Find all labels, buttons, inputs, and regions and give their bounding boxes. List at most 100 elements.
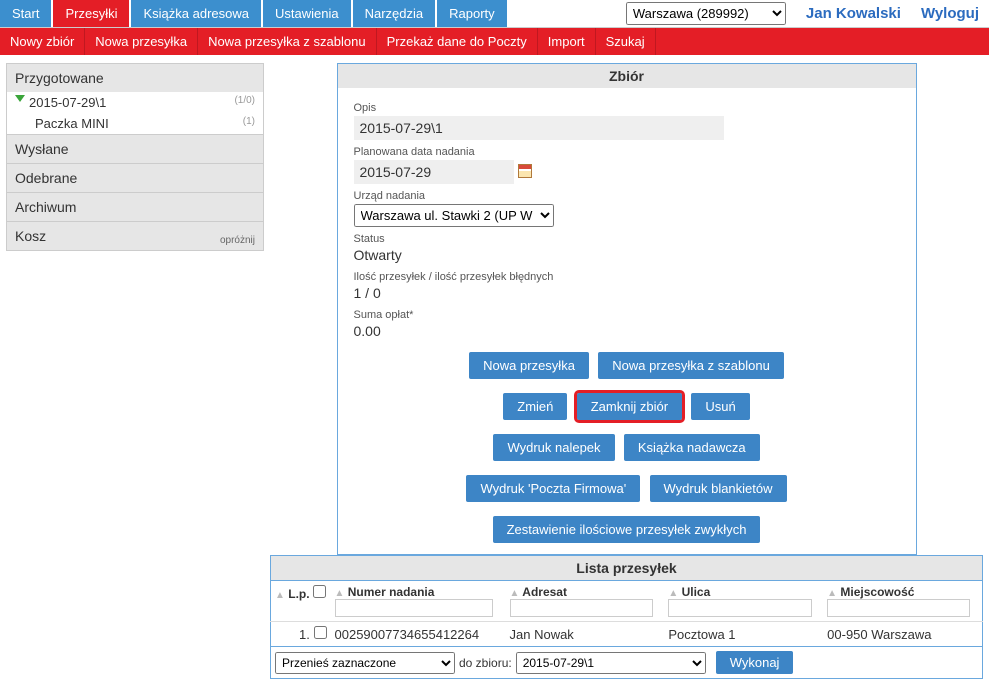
opis-label: Opis [354,102,900,114]
subbar: Nowy zbiór Nowa przesyłka Nowa przesyłka… [0,28,989,55]
select-all-checkbox[interactable] [313,585,326,598]
table-row[interactable]: 1. 00259007734655412264 Jan Nowak Poczto… [271,622,983,647]
sort-icon[interactable]: ▲ [827,588,837,599]
sub-nowy-zbior[interactable]: Nowy zbiór [0,28,85,55]
sidebar-item-label: Paczka MINI [35,116,109,131]
button-row-3: Wydruk nalepek Książka nadawcza [354,431,900,464]
filter-ulica[interactable] [668,599,811,617]
lista-table: ▲ L.p. ▲ Numer nadania ▲ Adresat [270,580,983,647]
ilosc-label: Ilość przesyłek / ilość przesyłek błędny… [354,271,900,283]
wydruk-nalepek-button[interactable]: Wydruk nalepek [493,434,614,461]
sort-icon[interactable]: ▲ [510,588,520,599]
nowa-przesylka-button[interactable]: Nowa przesyłka [469,352,589,379]
do-zbioru-select[interactable]: 2015-07-29\1 [516,652,706,674]
do-zbioru-label: do zbioru: [459,656,512,670]
sidebar-item-paczka[interactable]: Paczka MINI (1) [7,113,263,134]
filter-miejscowosc[interactable] [827,599,970,617]
cell-ulica: Pocztowa 1 [664,622,823,647]
wykonaj-button[interactable]: Wykonaj [716,651,794,674]
col-lp[interactable]: ▲ L.p. [271,581,331,622]
col-adresat[interactable]: ▲ Adresat [506,581,665,622]
przenies-select[interactable]: Przenieś zaznaczone [275,652,455,674]
tab-start[interactable]: Start [0,0,51,27]
row-checkbox[interactable] [314,626,327,639]
location-select[interactable]: Warszawa (289992) [626,2,786,25]
sidebar-header-wyslane[interactable]: Wysłane [7,134,263,163]
urzad-label: Urząd nadania [354,190,900,202]
usun-button[interactable]: Usuń [691,393,749,420]
sidebar-item-count: (1/0) [234,95,255,110]
filter-adresat[interactable] [510,599,653,617]
button-row-1: Nowa przesyłka Nowa przesyłka z szablonu [354,349,900,382]
sidebar-item-label: 2015-07-29\1 [29,95,106,110]
data-label: Planowana data nadania [354,146,900,158]
button-row-2: Zmień Zamknij zbiór Usuń [354,390,900,423]
sidebar-header-kosz[interactable]: Kosz opróżnij [7,221,263,250]
sub-przekaz-dane[interactable]: Przekaż dane do Poczty [377,28,538,55]
main-tabs: Start Przesyłki Książka adresowa Ustawie… [0,0,509,27]
suma-value: 0.00 [354,321,900,341]
filter-numer[interactable] [335,599,494,617]
zmien-button[interactable]: Zmień [503,393,567,420]
sort-icon[interactable]: ▲ [335,588,345,599]
col-numer[interactable]: ▲ Numer nadania [331,581,506,622]
sidebar-header-archiwum[interactable]: Archiwum [7,192,263,221]
sidebar-item-zbior[interactable]: 2015-07-29\1 (1/0) [7,92,263,113]
col-miejscowosc-label: Miejscowość [840,585,914,599]
sort-icon[interactable]: ▲ [275,590,285,601]
cell-miejscowosc: 00-950 Warszawa [823,622,982,647]
col-numer-label: Numer nadania [348,585,435,599]
cell-numer: 00259007734655412264 [331,622,506,647]
nowa-przesylka-szablon-button[interactable]: Nowa przesyłka z szablonu [598,352,784,379]
empty-trash-link[interactable]: opróżnij [220,235,255,246]
logout-link[interactable]: Wyloguj [921,5,979,22]
content: Przygotowane 2015-07-29\1 (1/0) Paczka M… [0,63,989,679]
ilosc-value: 1 / 0 [354,283,900,303]
sub-nowa-przesylka-szablon[interactable]: Nowa przesyłka z szablonu [198,28,377,55]
col-miejscowosc[interactable]: ▲ Miejscowość [823,581,982,622]
tab-raporty[interactable]: Raporty [437,0,507,27]
opis-value: 2015-07-29\1 [354,116,724,140]
lista-header: Lista przesyłek [270,555,983,580]
topbar-right: Warszawa (289992) Jan Kowalski Wyloguj [626,2,989,25]
lista-footer: Przenieś zaznaczone do zbioru: 2015-07-2… [270,647,983,679]
tab-narzedzia[interactable]: Narzędzia [353,0,436,27]
button-row-5: Zestawienie ilościowe przesyłek zwykłych [354,513,900,546]
expand-icon[interactable] [15,95,25,102]
sub-import[interactable]: Import [538,28,596,55]
tab-ksiazka-adresowa[interactable]: Książka adresowa [131,0,261,27]
col-ulica-label: Ulica [682,585,711,599]
wydruk-blankietow-button[interactable]: Wydruk blankietów [650,475,787,502]
cell-adresat: Jan Nowak [506,622,665,647]
button-row-4: Wydruk 'Poczta Firmowa' Wydruk blankietó… [354,472,900,505]
ksiazka-nadawcza-button[interactable]: Książka nadawcza [624,434,760,461]
status-label: Status [354,233,900,245]
sub-szukaj[interactable]: Szukaj [596,28,656,55]
user-name: Jan Kowalski [806,5,901,22]
col-lp-label: L.p. [288,587,309,601]
tab-przesylki[interactable]: Przesyłki [53,0,129,27]
urzad-select[interactable]: Warszawa ul. Stawki 2 (UP W [354,204,554,227]
sort-icon[interactable]: ▲ [668,588,678,599]
sidebar-header-odebrane[interactable]: Odebrane [7,163,263,192]
wydruk-poczta-firmowa-button[interactable]: Wydruk 'Poczta Firmowa' [466,475,640,502]
zamknij-zbior-button[interactable]: Zamknij zbiór [577,393,682,420]
sidebar-section: Przygotowane 2015-07-29\1 (1/0) Paczka M… [6,63,264,251]
zbior-panel-header: Zbiór [338,64,916,88]
calendar-icon[interactable] [518,164,532,178]
sidebar-header-przygotowane[interactable]: Przygotowane [7,64,263,92]
data-value: 2015-07-29 [354,160,514,184]
zestawienie-button[interactable]: Zestawienie ilościowe przesyłek zwykłych [493,516,761,543]
col-adresat-label: Adresat [522,585,567,599]
main: Zbiór Opis 2015-07-29\1 Planowana data n… [264,63,989,679]
sidebar: Przygotowane 2015-07-29\1 (1/0) Paczka M… [6,63,264,679]
sub-nowa-przesylka[interactable]: Nowa przesyłka [85,28,198,55]
sidebar-item-count: (1) [243,116,255,131]
suma-label: Suma opłat* [354,309,900,321]
cell-lp: 1. [299,627,310,642]
zbior-panel-body: Opis 2015-07-29\1 Planowana data nadania… [338,88,916,554]
tab-ustawienia[interactable]: Ustawienia [263,0,351,27]
topbar: Start Przesyłki Książka adresowa Ustawie… [0,0,989,28]
status-value: Otwarty [354,245,900,265]
col-ulica[interactable]: ▲ Ulica [664,581,823,622]
